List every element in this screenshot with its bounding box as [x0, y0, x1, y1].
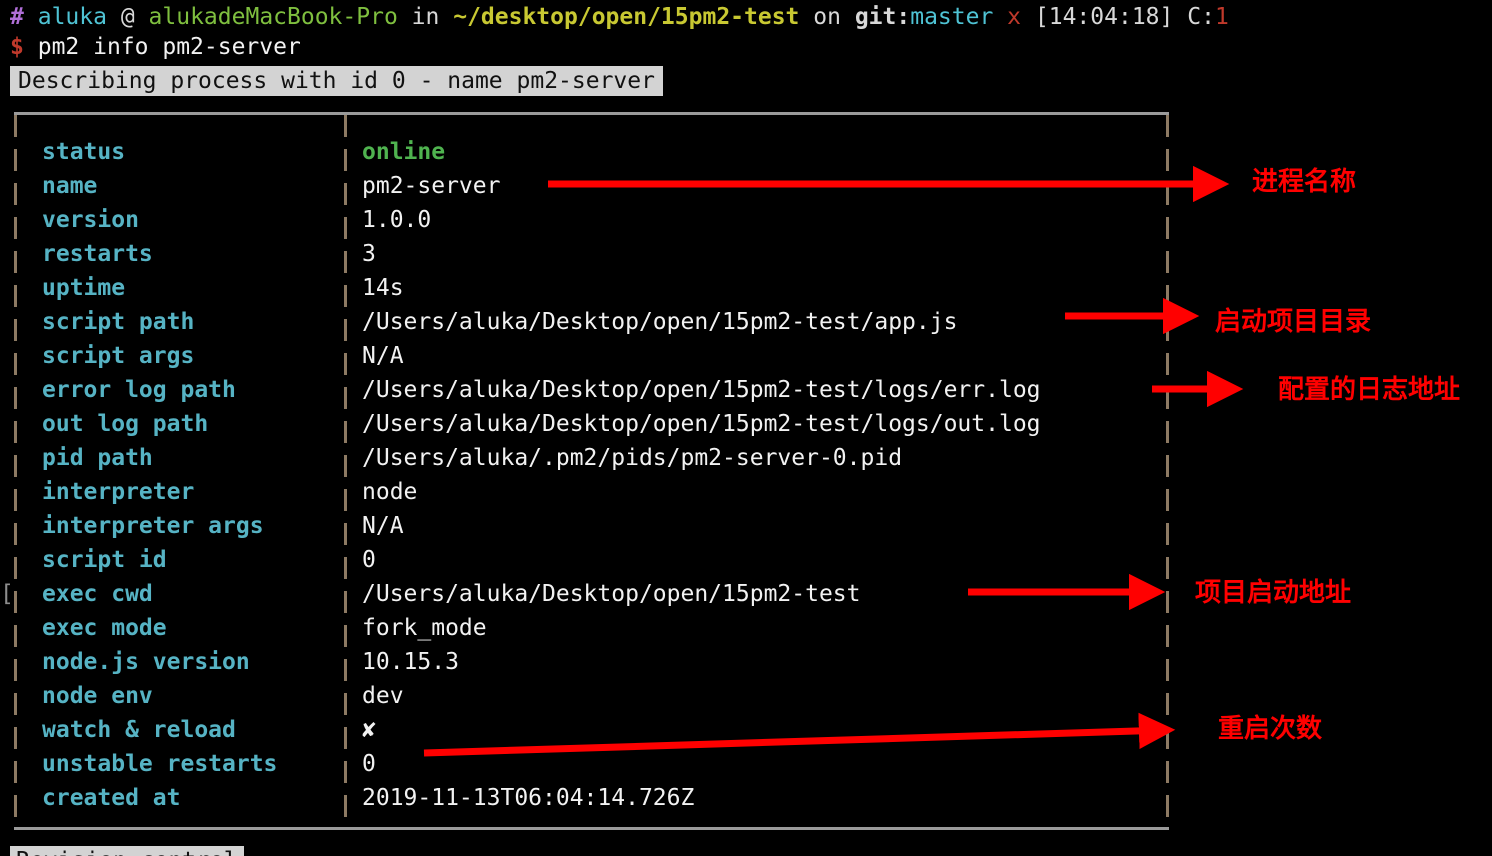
table-cell-value: /Users/aluka/Desktop/open/15pm2-test/log… — [362, 411, 1041, 437]
prompt-working-directory: ~/desktop/open/15pm2-test — [453, 4, 800, 30]
prompt-git-label: git: — [854, 4, 911, 30]
prompt-jobs-label: C: — [1187, 4, 1215, 30]
table-row: node.js version 10.15.3 — [14, 645, 1169, 679]
prompt-username: aluka — [37, 4, 107, 30]
table-row: exec mode fork_mode — [14, 611, 1169, 645]
table-row: name pm2-server — [14, 169, 1169, 203]
table-cell-value: /Users/aluka/Desktop/open/15pm2-test — [362, 581, 861, 607]
table-cell-field: status — [42, 139, 126, 165]
prompt-dollar-symbol: $ — [10, 34, 24, 60]
table-row: created at 2019-11-13T06:04:14.726Z — [14, 781, 1169, 815]
table-cell-field: created at — [42, 785, 181, 811]
table-cell-field: error log path — [42, 377, 236, 403]
table-cell-field: name — [42, 173, 98, 199]
table-cell-field: interpreter args — [42, 513, 264, 539]
table-cell-value: N/A — [362, 513, 404, 539]
table-cell-value: node — [362, 479, 418, 505]
table-cell-value: 3 — [362, 241, 376, 267]
table-cell-field: unstable restarts — [42, 751, 278, 777]
table-cell-field: script args — [42, 343, 195, 369]
table-cell-value: 14s — [362, 275, 404, 301]
terminal-window: # aluka @ alukadeMacBook-Pro in ~/deskto… — [0, 0, 1492, 856]
table-cell-value: 10.15.3 — [362, 649, 459, 675]
table-cell-value: 2019-11-13T06:04:14.726Z — [362, 785, 695, 811]
command-text: pm2 info pm2-server — [37, 34, 301, 60]
prompt-git-dirty-flag: x — [1007, 4, 1022, 30]
table-cell-value: fork_mode — [362, 615, 487, 641]
table-cell-value: pm2-server — [362, 173, 501, 199]
annotation-label-script-dir: 启动项目目录 — [1215, 307, 1372, 337]
table-cell-value: 0 — [362, 547, 376, 573]
annotation-label-exec-cwd: 项目启动地址 — [1195, 578, 1352, 608]
table-cell-field: exec mode — [42, 615, 167, 641]
table-cell-value: /Users/aluka/.pm2/pids/pm2-server-0.pid — [362, 445, 903, 471]
table-body: status online name pm2-server version 1.0.0 re… — [0, 135, 1169, 815]
table-cell-value: /Users/aluka/Desktop/open/15pm2-test/log… — [362, 377, 1041, 403]
table-cell-field: script id — [42, 547, 167, 573]
table-cell-field: exec cwd — [42, 581, 153, 607]
annotation-label-process-name: 进程名称 — [1252, 167, 1357, 197]
table-cell-field: watch & reload — [42, 717, 236, 743]
table-row: script args N/A — [14, 339, 1169, 373]
table-cell-field: out log path — [42, 411, 209, 437]
table-cell-value: ✘ — [362, 717, 376, 743]
table-row: version 1.0.0 — [14, 203, 1169, 237]
table-cell-field: restarts — [42, 241, 153, 267]
prompt-jobs-count: 1 — [1214, 4, 1229, 30]
row-prefix-glyph: [ — [0, 581, 14, 607]
table-cell-value: dev — [362, 683, 404, 709]
shell-command-line[interactable]: $ pm2 info pm2-server — [10, 32, 301, 62]
shell-prompt-line: # aluka @ alukadeMacBook-Pro in ~/deskto… — [10, 2, 1229, 32]
table-cell-field: interpreter — [42, 479, 195, 505]
bottom-section-banner: Revision control metadata — [10, 846, 244, 856]
table-row: interpreter node — [14, 475, 1169, 509]
table-row: error log path/Users/aluka/Desktop/open/… — [14, 373, 1169, 407]
annotation-label-restart-count: 重启次数 — [1218, 714, 1323, 744]
table-row: watch & reload ✘ — [14, 713, 1169, 747]
table-cell-field: uptime — [42, 275, 126, 301]
table-row: uptime 14s — [14, 271, 1169, 305]
table-row: script path/Users/aluka/Desktop/open/15p… — [14, 305, 1169, 339]
prompt-in-keyword: in — [411, 4, 440, 30]
table-row: interpreter args N/A — [14, 509, 1169, 543]
table-cell-value: online — [362, 139, 446, 165]
table-row: pid path/Users/aluka/.pm2/pids/pm2-serve… — [14, 441, 1169, 475]
table-cell-value: 0 — [362, 751, 376, 777]
table-row: restarts 3 — [14, 237, 1169, 271]
describe-process-banner: Describing process with id 0 - name pm2-… — [10, 66, 663, 96]
prompt-timestamp: [14:04:18] — [1034, 4, 1174, 30]
prompt-on-keyword: on — [813, 4, 841, 30]
table-cell-field: pid path — [42, 445, 153, 471]
table-cell-value: 1.0.0 — [362, 207, 432, 233]
table-row: node env dev — [14, 679, 1169, 713]
prompt-at-symbol: @ — [120, 4, 135, 30]
table-cell-field: node.js version — [42, 649, 250, 675]
table-row: out log path/Users/aluka/Desktop/open/15… — [14, 407, 1169, 441]
table-row: unstable restarts 0 — [14, 747, 1169, 781]
prompt-hostname: alukadeMacBook-Pro — [148, 4, 398, 30]
prompt-hash-symbol: # — [10, 4, 24, 30]
table-cell-value: N/A — [362, 343, 404, 369]
table-cell-value: /Users/aluka/Desktop/open/15pm2-test/app… — [362, 309, 958, 335]
table-row: script id 0 — [14, 543, 1169, 577]
annotation-label-log-path: 配置的日志地址 — [1278, 375, 1461, 405]
table-cell-field: node env — [42, 683, 153, 709]
table-row: status online — [14, 135, 1169, 169]
table-cell-field: version — [42, 207, 139, 233]
prompt-git-branch: master — [910, 4, 994, 30]
process-info-table: status online name pm2-server version 1.0.0 re… — [0, 112, 1169, 830]
table-cell-field: script path — [42, 309, 195, 335]
table-row: [ exec cwd/Users/aluka/Desktop/open/15pm2… — [0, 577, 1169, 611]
